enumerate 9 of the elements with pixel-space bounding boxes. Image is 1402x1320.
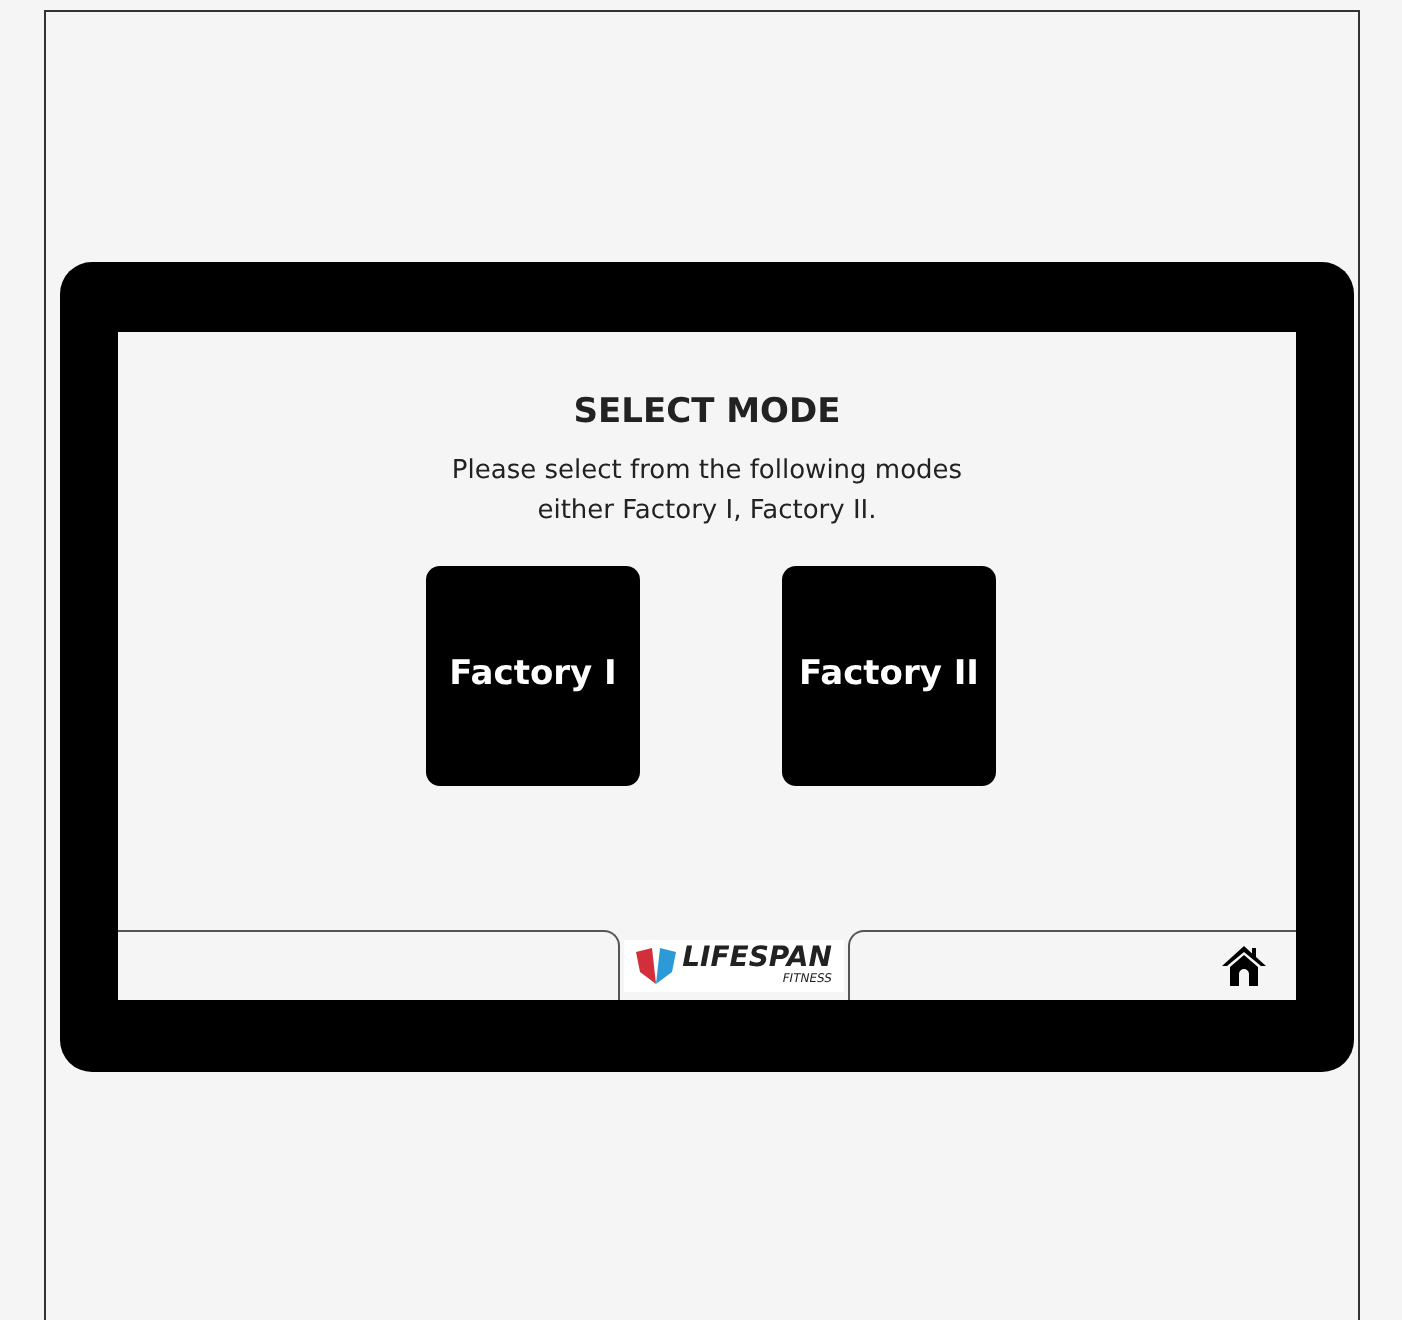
mode-button[interactable]: Factory I [426, 565, 640, 785]
home-icon [1220, 944, 1268, 988]
brand-name: LIFESPAN [682, 945, 832, 971]
instruction-text: either Factory I, Factory II. [535, 493, 879, 529]
screen-title: SELECT MODE [571, 390, 843, 436]
heart-logo-icon [636, 947, 677, 983]
mode-button[interactable]: Factory II [782, 565, 996, 785]
instruction-text: Please select from the following modes [449, 453, 965, 489]
home-button[interactable] [1220, 944, 1268, 988]
